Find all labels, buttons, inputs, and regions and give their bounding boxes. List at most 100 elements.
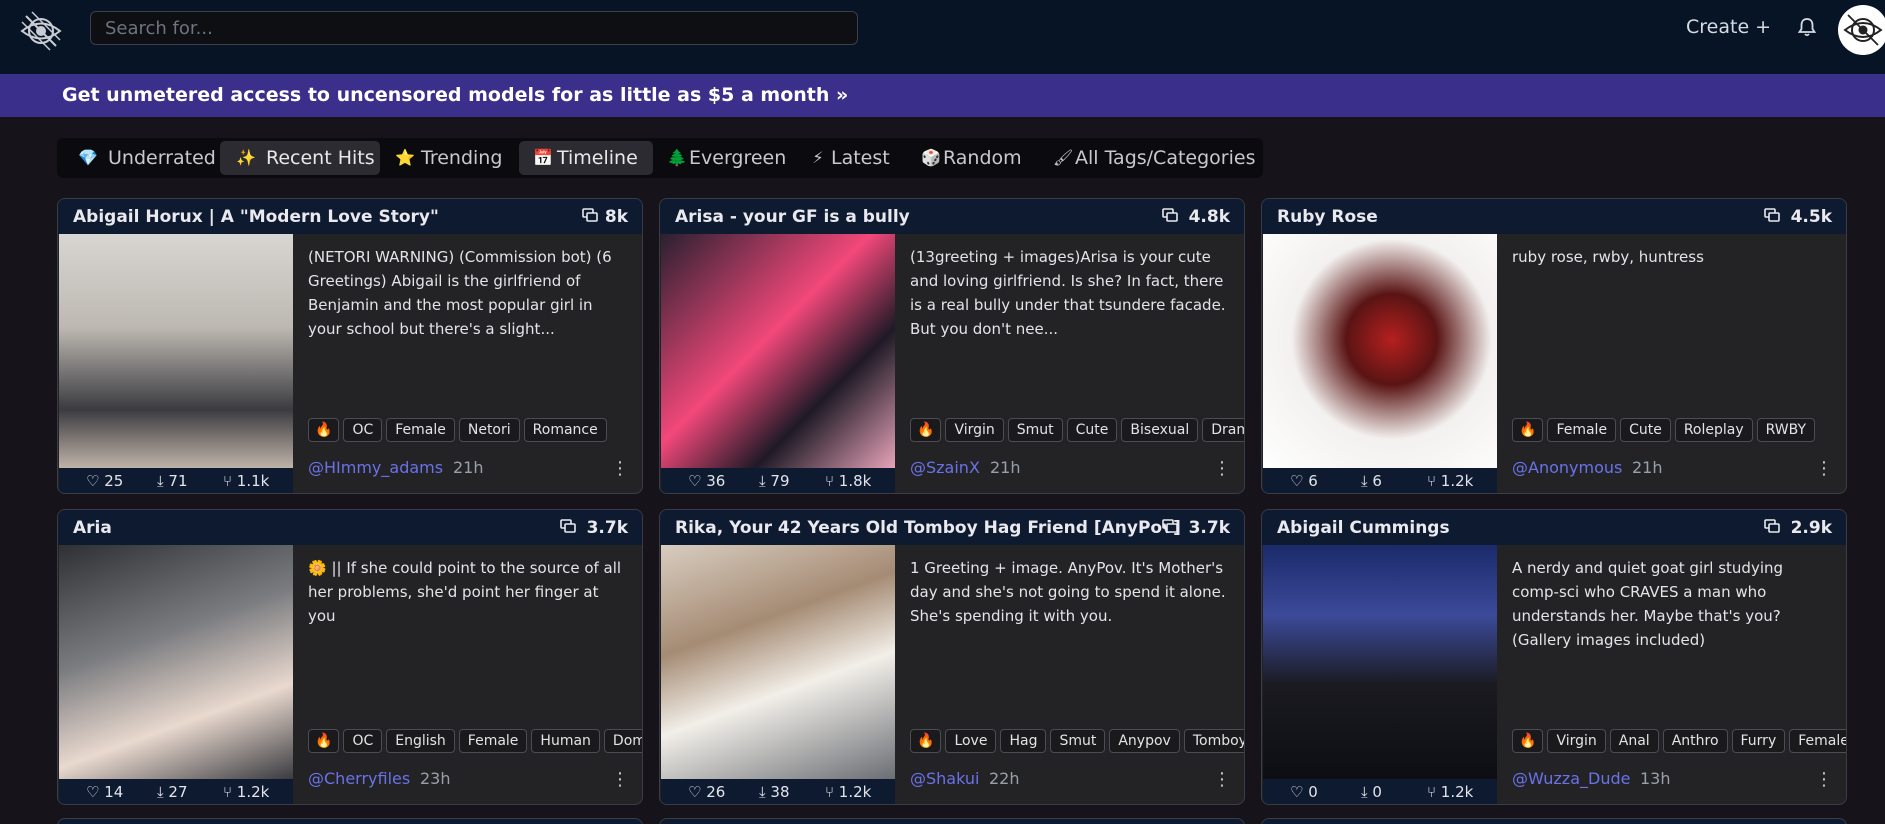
more-options-icon[interactable]: ⋮ <box>1815 458 1833 480</box>
tag-chip[interactable]: Anthro <box>1662 729 1728 753</box>
downloads-stat[interactable]: ⤓ 79 <box>759 472 790 490</box>
tag-chip[interactable]: Hag <box>1000 729 1047 753</box>
author-link[interactable]: @Anonymous <box>1512 458 1622 477</box>
create-button[interactable]: Create + <box>1686 16 1771 38</box>
tag-chip[interactable]: Love <box>945 729 997 753</box>
tag-chip[interactable]: RWBY <box>1756 418 1816 442</box>
downloads-stat[interactable]: ⤓ 0 <box>1361 783 1382 801</box>
tag-chip[interactable]: Cute <box>1620 418 1671 442</box>
more-options-icon[interactable]: ⋮ <box>611 769 629 791</box>
likes-stat[interactable]: ♡ 14 <box>86 783 123 801</box>
fire-tag-icon[interactable]: 🔥 <box>1512 418 1544 442</box>
tree-icon: 🌲 <box>667 148 687 167</box>
author-link[interactable]: @SzainX <box>910 458 980 477</box>
tag-chip[interactable]: Female <box>386 418 455 442</box>
tag-chip[interactable]: Tomboy <box>1183 729 1244 753</box>
likes-stat[interactable]: ♡ 26 <box>688 783 725 801</box>
tag-chip[interactable]: Anypov <box>1109 729 1180 753</box>
card-title[interactable]: Arisa - your GF is a bully <box>675 207 910 227</box>
tab-underrated[interactable]: 💎 Underrated <box>60 141 217 175</box>
card-title[interactable]: Abigail Cummings <box>1277 518 1450 538</box>
tag-chip[interactable]: OC <box>343 418 383 442</box>
tag-list: 🔥 Female Cute Roleplay RWBY <box>1512 418 1846 444</box>
downloads-stat[interactable]: ⤓ 6 <box>1361 472 1382 490</box>
author-link[interactable]: @Wuzza_Dude <box>1512 769 1630 788</box>
tab-all-tags[interactable]: 🖌 All Tags/Categories <box>1041 141 1261 175</box>
tab-timeline[interactable]: 📅 Timeline <box>519 141 653 175</box>
character-card[interactable]: Abigail Horux | A "Modern Love Story" 8k… <box>57 198 643 494</box>
fire-tag-icon[interactable]: 🔥 <box>1512 729 1544 753</box>
tag-chip[interactable]: Furry <box>1731 729 1786 753</box>
eye-logo-icon[interactable] <box>18 8 64 54</box>
more-options-icon[interactable]: ⋮ <box>611 458 629 480</box>
fork-icon: ⑂ <box>825 472 835 490</box>
fire-tag-icon[interactable]: 🔥 <box>308 729 340 753</box>
card-title[interactable]: Abigail Horux | A "Modern Love Story" <box>73 207 439 227</box>
card-thumbnail[interactable] <box>1263 545 1497 779</box>
card-title[interactable]: Aria <box>73 518 112 538</box>
tag-chip[interactable]: Virgin <box>945 418 1004 442</box>
tag-chip[interactable]: Female <box>458 729 528 753</box>
card-stats: ♡ 0 ⤓ 0 ⑂ 1.2k <box>1263 779 1497 804</box>
tag-chip[interactable]: English <box>386 729 455 753</box>
promo-banner-link[interactable]: Get unmetered access to uncensored model… <box>62 84 848 106</box>
tag-chip[interactable]: Human <box>531 729 600 753</box>
forks-stat: ⑂ 1.8k <box>825 472 871 490</box>
downloads-stat[interactable]: ⤓ 38 <box>759 783 790 801</box>
card-thumbnail[interactable] <box>661 545 895 779</box>
downloads-stat[interactable]: ⤓ 27 <box>157 783 188 801</box>
more-options-icon[interactable]: ⋮ <box>1213 769 1231 791</box>
tag-chip[interactable]: Roleplay <box>1674 418 1753 442</box>
character-card[interactable]: Rika, Your 42 Years Old Tomboy Hag Frien… <box>659 509 1245 805</box>
tag-chip[interactable]: Female <box>1547 418 1617 442</box>
card-thumbnail[interactable] <box>1263 234 1497 468</box>
gem-icon: 💎 <box>78 148 98 167</box>
chat-icon <box>1162 519 1178 533</box>
fire-tag-icon[interactable]: 🔥 <box>308 418 340 442</box>
tab-random[interactable]: 🎲 Random <box>909 141 1039 175</box>
character-card[interactable]: Aria 3.7k ♡ 14 ⤓ 27 ⑂ 1.2k 🌼 || If she c… <box>57 509 643 805</box>
tag-chip[interactable]: Cute <box>1066 418 1118 442</box>
likes-stat[interactable]: ♡ 36 <box>688 472 725 490</box>
card-title[interactable]: Rika, Your 42 Years Old Tomboy Hag Frien… <box>675 518 1181 538</box>
tab-trending[interactable]: ⭐ Trending <box>383 141 517 175</box>
tag-chip[interactable]: Virgin <box>1547 729 1606 753</box>
tag-chip[interactable]: Dominant <box>603 729 642 753</box>
author-link[interactable]: @HImmy_adams <box>308 458 443 477</box>
bell-icon[interactable] <box>1796 16 1818 38</box>
tag-chip[interactable]: Smut <box>1007 418 1063 442</box>
tag-chip[interactable]: Drama <box>1202 418 1244 442</box>
tab-latest[interactable]: ⚡ Latest <box>797 141 907 175</box>
tag-chip[interactable]: Bisexual <box>1121 418 1199 442</box>
downloads-stat[interactable]: ⤓ 71 <box>157 472 188 490</box>
search-input[interactable] <box>90 11 858 45</box>
likes-stat[interactable]: ♡ 6 <box>1290 472 1318 490</box>
tag-chip[interactable]: Smut <box>1050 729 1106 753</box>
fire-tag-icon[interactable]: 🔥 <box>910 418 942 442</box>
tag-chip[interactable]: Female <box>1789 729 1846 753</box>
more-options-icon[interactable]: ⋮ <box>1815 769 1833 791</box>
card-thumbnail[interactable] <box>661 234 895 468</box>
tag-chip[interactable]: Romance <box>523 418 607 442</box>
likes-stat[interactable]: ♡ 0 <box>1290 783 1318 801</box>
more-options-icon[interactable]: ⋮ <box>1213 458 1231 480</box>
downloads-count: 79 <box>770 472 790 490</box>
tab-evergreen[interactable]: 🌲 Evergreen <box>655 141 795 175</box>
avatar[interactable] <box>1838 5 1885 55</box>
tab-recent-hits[interactable]: ✨ Recent Hits <box>220 141 380 175</box>
fire-tag-icon[interactable]: 🔥 <box>910 729 942 753</box>
card-title[interactable]: Ruby Rose <box>1277 207 1378 227</box>
likes-stat[interactable]: ♡ 25 <box>86 472 123 490</box>
card-thumbnail[interactable] <box>59 545 293 779</box>
character-card[interactable]: Arisa - your GF is a bully 4.8k ♡ 36 ⤓ 7… <box>659 198 1245 494</box>
character-card[interactable]: Abigail Cummings 2.9k ♡ 0 ⤓ 0 ⑂ 1.2k A n… <box>1261 509 1847 805</box>
character-card[interactable]: Ruby Rose 4.5k ♡ 6 ⤓ 6 ⑂ 1.2k ruby rose,… <box>1261 198 1847 494</box>
author-link[interactable]: @Shakui <box>910 769 979 788</box>
tag-chip[interactable]: Netori <box>458 418 520 442</box>
tag-chip[interactable]: Anal <box>1609 729 1659 753</box>
avatar-eye-icon <box>1843 14 1883 46</box>
tag-list: 🔥 Love Hag Smut Anypov Tomboy <box>910 729 1244 755</box>
card-thumbnail[interactable] <box>59 234 293 468</box>
author-link[interactable]: @Cherryfiles <box>308 769 410 788</box>
tag-chip[interactable]: OC <box>343 729 383 753</box>
